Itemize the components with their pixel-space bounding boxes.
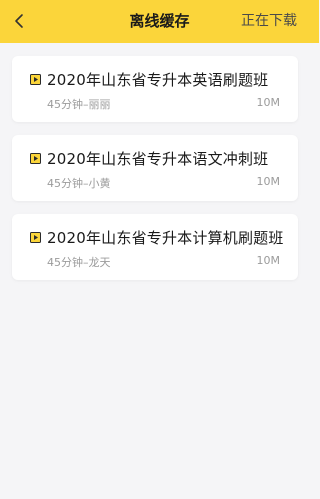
item-title-row: 2020年山东省专升本英语刷题班 (30, 68, 290, 90)
play-icon (30, 73, 41, 85)
item-title: 2020年山东省专升本语文冲刺班 (47, 149, 269, 168)
list-item[interactable]: 2020年山东省专升本语文冲刺班 45分钟–小黄 10M (12, 135, 298, 201)
download-list: 2020年山东省专升本英语刷题班 45分钟–丽丽 10M 2020年山东省专升本… (0, 43, 319, 499)
play-icon (30, 152, 41, 164)
item-subtitle: 45分钟–小黄 (47, 177, 111, 190)
item-size: 10M (256, 175, 281, 188)
play-icon (30, 231, 41, 243)
top-bar: 离线缓存 正在下载 (0, 0, 319, 43)
item-title-row: 2020年山东省专升本语文冲刺班 (30, 147, 290, 169)
item-subtitle: 45分钟–丽丽 (47, 98, 111, 111)
list-item[interactable]: 2020年山东省专升本计算机刷题班 45分钟–龙天 10M (12, 214, 298, 280)
item-title: 2020年山东省专升本计算机刷题班 (47, 228, 284, 247)
item-subtitle: 45分钟–龙天 (47, 256, 111, 269)
item-title-row: 2020年山东省专升本计算机刷题班 (30, 226, 290, 248)
item-title: 2020年山东省专升本英语刷题班 (47, 70, 269, 89)
item-size: 10M (256, 254, 281, 267)
item-size: 10M (256, 96, 281, 109)
list-item[interactable]: 2020年山东省专升本英语刷题班 45分钟–丽丽 10M (12, 56, 298, 122)
downloading-link[interactable]: 正在下载 (241, 0, 297, 43)
